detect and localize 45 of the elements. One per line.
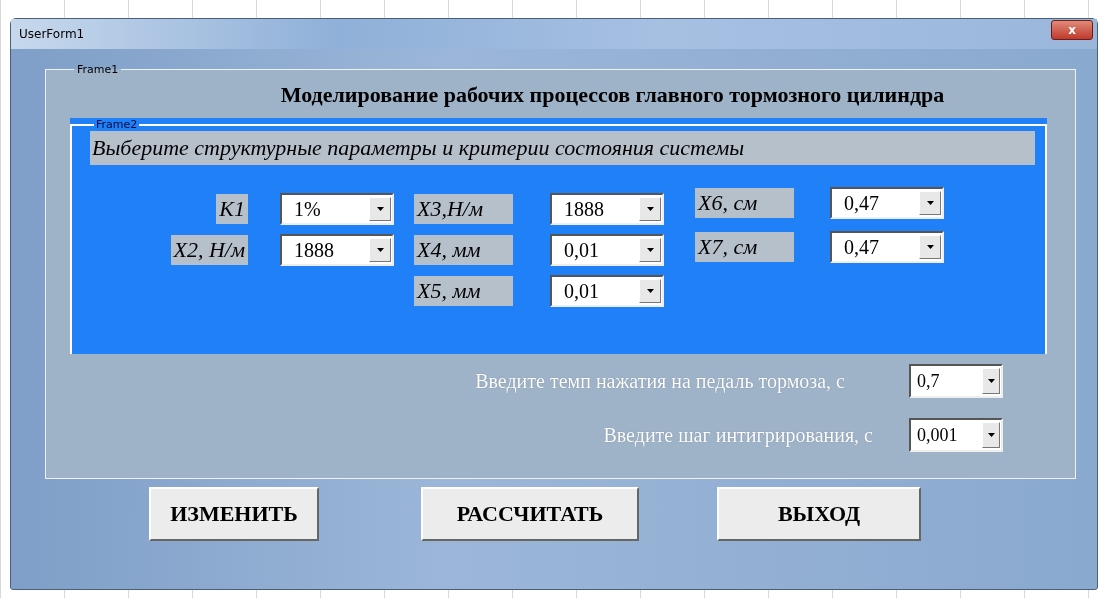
- action-button[interactable]: РАССЧИТАТЬ: [421, 487, 639, 541]
- dropdown-button[interactable]: [982, 368, 1000, 394]
- parameter-label: X3,Н/м: [414, 194, 513, 224]
- input-label: Введите темп нажатия на педаль тормоза, с: [475, 369, 845, 393]
- window-title: UserForm1: [19, 27, 85, 41]
- combo-box[interactable]: 1%: [280, 193, 394, 225]
- caret-icon: [926, 201, 934, 205]
- dropdown-button[interactable]: [369, 238, 391, 262]
- combo-box[interactable]: 0,01: [550, 234, 664, 266]
- action-button[interactable]: ВЫХОД: [717, 487, 921, 541]
- combo-box[interactable]: 0,7: [909, 364, 1003, 398]
- form-heading: Моделирование рабочих процессов главного тормозного цилиндра: [279, 82, 946, 108]
- combo-box[interactable]: 1888: [280, 234, 394, 266]
- parameter-label: X5, мм: [414, 276, 513, 306]
- caret-icon: [646, 289, 654, 293]
- caret-icon: [987, 379, 995, 383]
- combo-box[interactable]: 0,47: [830, 187, 944, 219]
- parameter-label: X6, см: [695, 188, 794, 218]
- caret-icon: [926, 245, 934, 249]
- dropdown-button[interactable]: [639, 279, 661, 303]
- frame-caption: Frame2: [94, 118, 140, 131]
- combo-box[interactable]: 1888: [550, 193, 664, 225]
- dropdown-button[interactable]: [369, 197, 391, 221]
- combo-box[interactable]: 0,47: [830, 231, 944, 263]
- caret-icon: [987, 433, 995, 437]
- caret-icon: [376, 248, 384, 252]
- prompt-label: Выберите структурные параметры и критерии состояния системы: [90, 131, 1035, 165]
- close-button[interactable]: x: [1051, 20, 1093, 40]
- parameter-label: X2, Н/м: [170, 235, 248, 265]
- dropdown-button[interactable]: [982, 422, 1000, 448]
- caret-icon: [646, 248, 654, 252]
- combo-box[interactable]: 0,01: [550, 275, 664, 307]
- frame-caption: Frame1: [76, 63, 120, 76]
- input-label: Введите шаг интигрирования, с: [603, 423, 873, 447]
- caret-icon: [376, 207, 384, 211]
- parameter-label: X4, мм: [414, 235, 513, 265]
- parameter-label: X7, см: [695, 232, 794, 262]
- parameter-label: K1: [216, 194, 248, 224]
- dropdown-button[interactable]: [919, 235, 941, 259]
- caret-icon: [646, 207, 654, 211]
- dropdown-button[interactable]: [639, 197, 661, 221]
- action-button[interactable]: ИЗМЕНИТЬ: [149, 487, 319, 541]
- dropdown-button[interactable]: [919, 191, 941, 215]
- dropdown-button[interactable]: [639, 238, 661, 262]
- combo-box[interactable]: 0,001: [909, 418, 1003, 452]
